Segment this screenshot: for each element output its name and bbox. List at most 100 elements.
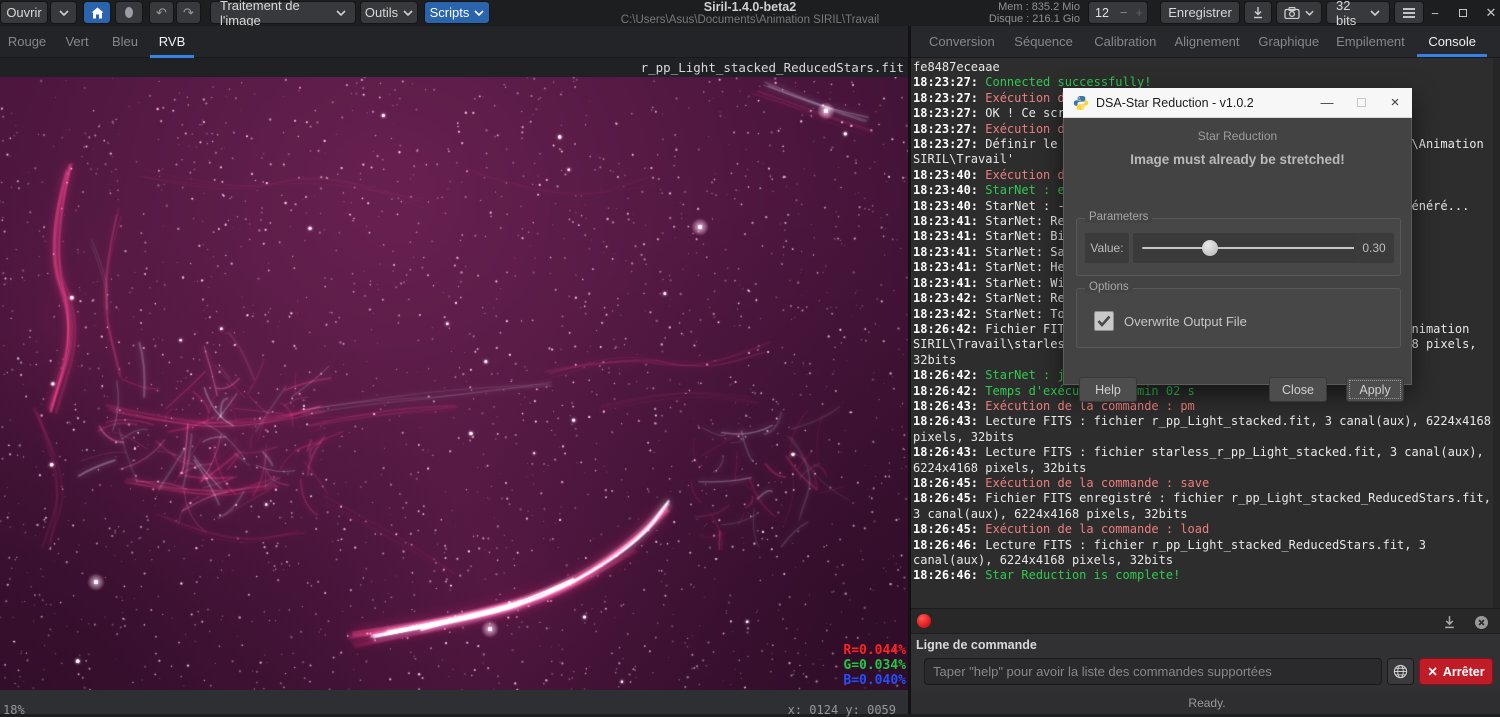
home-icon — [91, 7, 104, 19]
image-processing-menu[interactable]: Traitement de l'image — [210, 1, 356, 24]
tab-bleu[interactable]: Bleu — [104, 26, 146, 57]
window-minimize-button[interactable]: − — [1424, 3, 1446, 23]
online-help-button[interactable] — [1387, 658, 1414, 685]
star-reduction-dialog: DSA-Star Reduction - v1.0.2 — × Star Red… — [1063, 88, 1412, 385]
bit-depth-dropdown[interactable]: 32 bits — [1326, 1, 1390, 24]
dialog-titlebar[interactable]: DSA-Star Reduction - v1.0.2 — × — [1063, 88, 1412, 118]
threads-increment[interactable]: + — [1131, 5, 1147, 20]
window-close-button[interactable]: ✕ — [1480, 3, 1500, 23]
parameters-legend: Parameters — [1085, 211, 1152, 223]
tab-sequence[interactable]: Séquence — [1003, 26, 1085, 57]
threads-spinner[interactable]: 12 − + — [1088, 1, 1148, 24]
bit-depth-value: 32 bits — [1336, 0, 1365, 28]
chevron-down-icon — [403, 10, 413, 16]
value-label: Value: — [1085, 233, 1129, 263]
download-icon — [1252, 6, 1264, 19]
ready-status: Ready. — [1188, 690, 1225, 710]
camera-icon — [1284, 7, 1300, 19]
save-button[interactable]: Enregistrer — [1160, 1, 1240, 24]
console-line: 18:26:45: Fichier FITS enregistré : fich… — [913, 491, 1500, 522]
scripts-label: Scripts — [430, 5, 470, 20]
chevron-down-icon — [336, 10, 346, 16]
console-line: 18:26:46: Star Reduction is complete! — [913, 568, 1500, 583]
channel-tabs: Rouge Vert Bleu RVB — [0, 26, 908, 58]
clear-console-button[interactable] — [1471, 613, 1491, 631]
mem-label: Mem : 835.2 Mio — [989, 1, 1080, 13]
dialog-body: Star Reduction Image must already be str… — [1063, 118, 1412, 385]
window-maximize-button[interactable] — [1452, 3, 1474, 23]
working-directory: C:\Users\Asus\Documents\Animation SIRIL\… — [470, 14, 1030, 26]
image-canvas[interactable] — [0, 77, 908, 690]
command-input[interactable] — [924, 658, 1382, 685]
console-line: 18:26:43: Lecture FITS : fichier r_pp_Li… — [913, 414, 1500, 445]
dialog-minimize-button[interactable]: — — [1310, 89, 1344, 117]
console-line: 18:26:45: Exécution de la commande : loa… — [913, 522, 1500, 537]
globe-icon — [1393, 664, 1408, 679]
pixel-rgb-overlay: R=0.044% G=0.034% B=0.040% — [843, 643, 906, 688]
snapshot-button[interactable] — [1276, 1, 1322, 24]
record-icon — [125, 7, 133, 18]
overwrite-checkbox[interactable] — [1094, 311, 1114, 331]
pixel-b-value: B=0.040% — [843, 673, 906, 688]
value-slider[interactable] — [1133, 233, 1369, 263]
open-dropdown-button[interactable] — [50, 1, 77, 24]
titlebar: Ouvrir ↶ ↷ Traitement de l'image Outils … — [0, 0, 1500, 26]
save-as-button[interactable] — [1244, 1, 1272, 24]
tab-rvb[interactable]: RVB — [150, 26, 194, 57]
console-scrollbar[interactable] — [1493, 59, 1500, 608]
stop-x-icon: ✕ — [1427, 664, 1437, 679]
command-line-area: Ligne de commande ✕ Arrêter — [911, 634, 1500, 690]
dialog-warning: Image must already be stretched! — [1064, 152, 1411, 167]
tab-calibration[interactable]: Calibration — [1084, 26, 1166, 57]
parameters-group: Parameters Value: 0.30 — [1076, 218, 1401, 276]
image-processing-label: Traitement de l'image — [220, 0, 331, 28]
threads-value: 12 — [1089, 6, 1116, 20]
open-button[interactable]: Ouvrir — [0, 1, 48, 24]
tab-console[interactable]: Console — [1411, 26, 1493, 57]
tools-menu[interactable]: Outils — [360, 1, 418, 24]
download-icon — [1443, 615, 1456, 629]
tab-alignement[interactable]: Alignement — [1166, 26, 1248, 57]
home-button[interactable] — [83, 1, 111, 24]
stop-button[interactable]: ✕ Arrêter — [1419, 658, 1493, 685]
tab-vert[interactable]: Vert — [56, 26, 98, 57]
dialog-close-button[interactable]: × — [1378, 89, 1412, 117]
overwrite-option-row[interactable]: Overwrite Output File — [1094, 311, 1247, 331]
tab-rouge[interactable]: Rouge — [4, 26, 50, 57]
filename-strip: r_pp_Light_stacked_ReducedStars.fit — [0, 58, 908, 77]
status-led-icon — [917, 614, 931, 628]
options-group: Options Overwrite Output File — [1076, 288, 1401, 348]
save-button-label: Enregistrer — [1168, 5, 1232, 20]
dialog-maximize-button[interactable] — [1344, 89, 1378, 117]
slider-track[interactable] — [1142, 247, 1360, 249]
hamburger-icon — [1402, 8, 1416, 18]
check-icon — [1097, 315, 1111, 327]
tab-conversion[interactable]: Conversion — [921, 26, 1003, 57]
chevron-down-icon — [59, 10, 69, 16]
console-line: 18:26:45: Exécution de la commande : sav… — [913, 476, 1500, 491]
dialog-heading: Star Reduction — [1064, 129, 1411, 143]
tools-label: Outils — [365, 5, 398, 20]
image-viewer[interactable]: R=0.044% G=0.034% B=0.040% — [0, 77, 908, 690]
pixel-g-value: G=0.034% — [843, 658, 906, 673]
tab-empilement[interactable]: Empilement — [1330, 26, 1412, 57]
apply-button[interactable]: Apply — [1346, 377, 1404, 402]
record-button[interactable] — [115, 1, 143, 24]
loaded-filename: r_pp_Light_stacked_ReducedStars.fit — [641, 60, 904, 75]
ready-statusbar: Ready. — [911, 690, 1500, 714]
redo-button[interactable]: ↷ — [176, 1, 201, 24]
tab-graphique[interactable]: Graphique — [1248, 26, 1330, 57]
close-button[interactable]: Close — [1269, 377, 1327, 402]
threads-decrement[interactable]: − — [1116, 5, 1132, 20]
console-line: fe8487eceaae — [913, 60, 1500, 75]
console-line: 18:26:42: Temps d'exécution: 3 min 02 s — [913, 384, 1500, 399]
export-log-button[interactable] — [1439, 613, 1459, 631]
hamburger-menu-button[interactable] — [1394, 1, 1424, 24]
help-button[interactable]: Help — [1079, 377, 1137, 402]
zoom-level: 18% — [3, 703, 25, 717]
console-line: 18:26:46: Lecture FITS : fichier r_pp_Li… — [913, 538, 1500, 569]
disk-label: Disque : 216.1 Gio — [989, 13, 1080, 25]
memory-info: Mem : 835.2 Mio Disque : 216.1 Gio — [989, 1, 1080, 25]
undo-button[interactable]: ↶ — [149, 1, 174, 24]
slider-handle[interactable] — [1202, 240, 1218, 256]
